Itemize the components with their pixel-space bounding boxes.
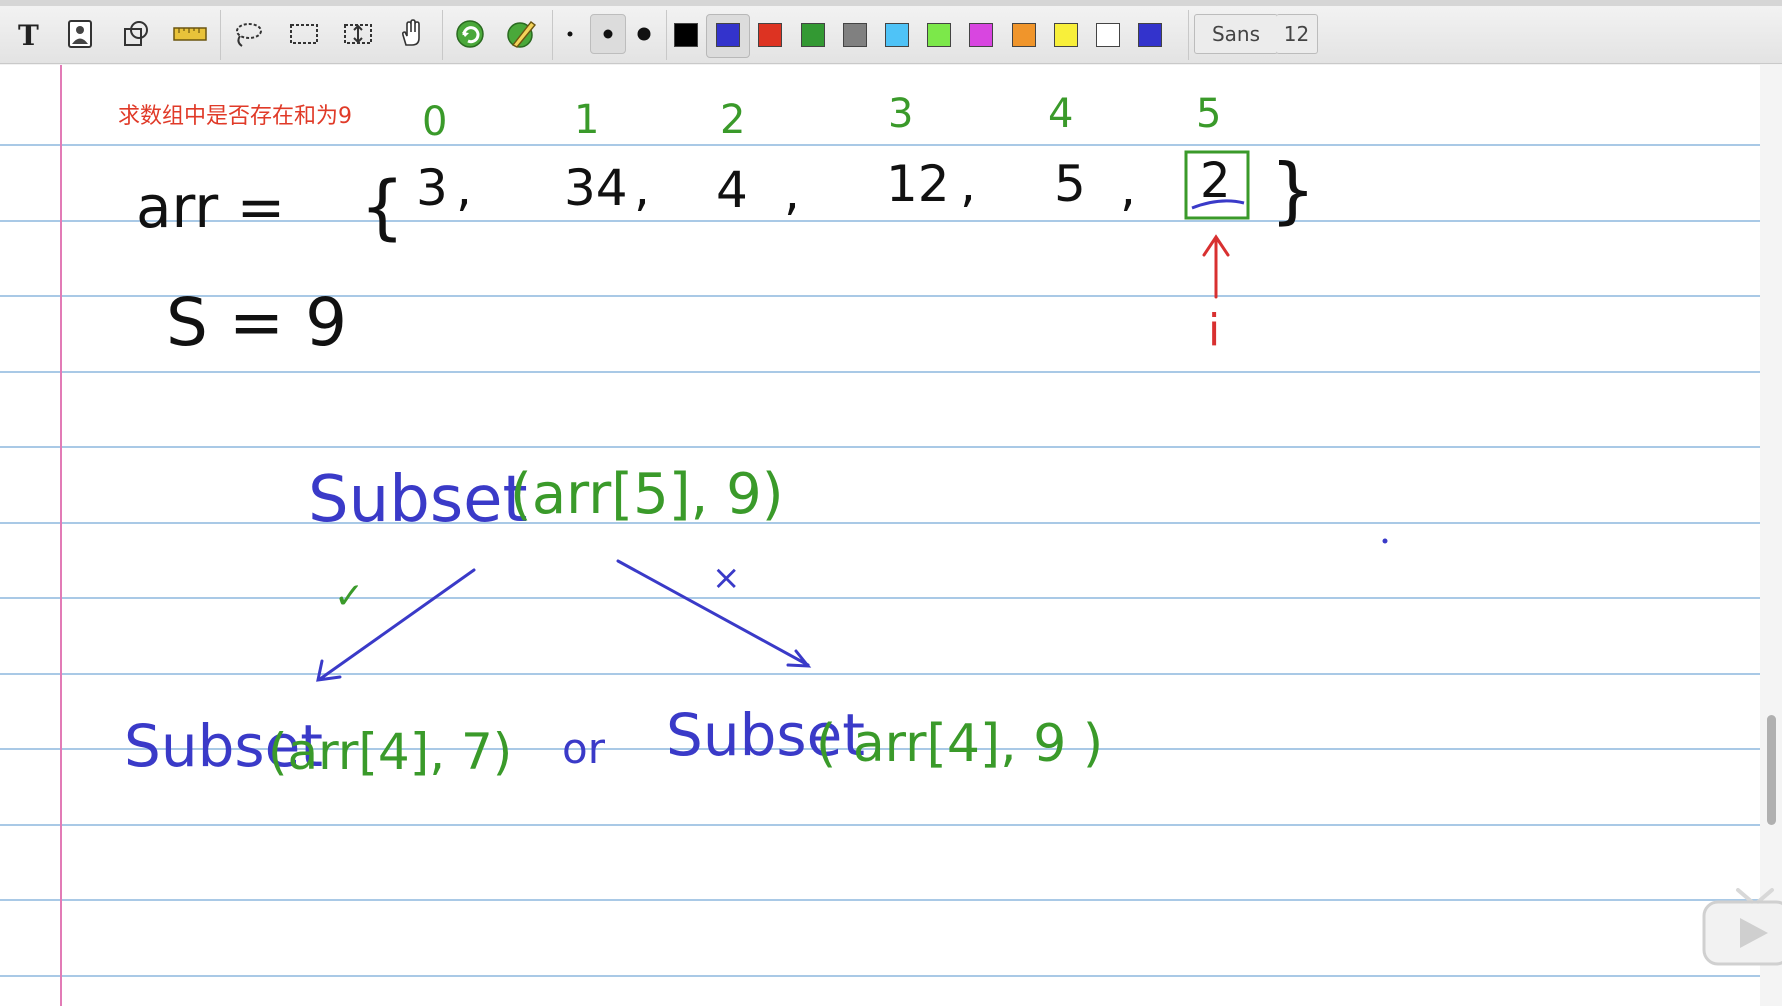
index-label: 4: [1048, 91, 1073, 137]
rect-select-tool-icon: [290, 24, 318, 44]
array-value: 3: [416, 159, 448, 217]
color-swatch[interactable]: [1054, 23, 1078, 47]
array-comma: ,: [784, 163, 800, 221]
lasso-tool-button[interactable]: [228, 14, 268, 54]
scrollbar-thumb[interactable]: [1767, 715, 1776, 825]
vertical-space-tool-button[interactable]: [338, 14, 378, 54]
thickness-medium-button[interactable]: [590, 14, 626, 54]
shape-tool-icon: [124, 21, 148, 46]
stray-ink-dot: [1382, 538, 1388, 544]
image-tool-button[interactable]: [60, 14, 100, 54]
array-value: 5: [1054, 155, 1086, 213]
toolbar-top-strip: [0, 0, 1782, 6]
default-pen-button[interactable]: [502, 14, 542, 54]
color-swatch[interactable]: [674, 23, 698, 47]
ruler-tool-button[interactable]: [170, 14, 210, 54]
check-mark: ✓: [334, 576, 364, 617]
array-comma: ,: [960, 155, 976, 213]
pointer-label: i: [1208, 305, 1220, 356]
array-value: 34: [564, 159, 628, 217]
root-call-args: (arr[5], 9): [510, 462, 784, 527]
array-comma: ,: [634, 159, 650, 217]
color-swatch[interactable]: [801, 23, 825, 47]
root-call-name: Subset: [308, 463, 528, 537]
index-label: 1: [574, 97, 599, 143]
toolbar: T Sans 12: [0, 0, 1782, 64]
toolbar-separator: [1188, 10, 1189, 60]
toolbar-separator: [220, 10, 221, 60]
text-tool-button[interactable]: T: [8, 14, 48, 54]
right-call-args: ( arr[4], 9 ): [816, 714, 1103, 774]
color-swatch[interactable]: [843, 23, 867, 47]
font-name-button[interactable]: Sans: [1194, 14, 1278, 54]
ink-layer: 0 1 2 3 4 5 arr = { 3 , 34 , 4 , 12 , 5 …: [124, 91, 1388, 781]
array-value: 4: [716, 161, 748, 219]
pointer-arrow: [1202, 234, 1230, 299]
array-comma: ,: [1120, 159, 1136, 217]
toolbar-separator: [442, 10, 443, 60]
color-swatch[interactable]: [927, 23, 951, 47]
shape-recognizer-icon: [456, 20, 484, 48]
color-swatch[interactable]: [758, 23, 782, 47]
medium-dot-icon: [603, 29, 613, 39]
toolbar-separator: [666, 10, 667, 60]
index-label: 5: [1196, 91, 1221, 137]
color-swatch[interactable]: [1012, 23, 1036, 47]
hand-tool-icon: [401, 19, 420, 46]
shape-tool-button[interactable]: [116, 14, 156, 54]
image-tool-icon: [68, 20, 92, 48]
cross-mark: ×: [712, 558, 741, 598]
color-swatch[interactable]: [885, 23, 909, 47]
vertical-scrollbar[interactable]: [1760, 65, 1782, 1006]
vertical-space-tool-icon: [344, 24, 372, 44]
svg-text:T: T: [18, 19, 39, 49]
index-label: 0: [422, 99, 447, 145]
color-swatch[interactable]: [1096, 23, 1120, 47]
thickness-thick-button[interactable]: [626, 14, 662, 54]
array-comma: ,: [456, 159, 472, 217]
color-swatch[interactable]: [716, 23, 740, 47]
color-swatch[interactable]: [969, 23, 993, 47]
array-value: 12: [886, 155, 950, 213]
play-icon[interactable]: [1700, 888, 1782, 966]
index-label: 3: [888, 91, 913, 137]
color-swatch[interactable]: [1138, 23, 1162, 47]
note-page[interactable]: 求数组中是否存在和为9 0 1 2 3 4 5 arr = { 3 , 34 ,…: [0, 65, 1760, 1006]
index-label: 2: [720, 97, 745, 143]
font-name-label: Sans: [1211, 22, 1261, 46]
sum-label: S = 9: [166, 284, 347, 361]
or-word: or: [562, 724, 606, 773]
ruler-tool-icon: [173, 27, 207, 41]
text-tool-icon: T: [18, 19, 39, 49]
default-pen-icon: [507, 21, 537, 48]
close-brace: }: [1270, 148, 1316, 232]
thin-dot-icon: [567, 31, 573, 37]
font-size-label: 12: [1283, 22, 1310, 46]
shape-recognizer-button[interactable]: [450, 14, 490, 54]
array-label: arr =: [136, 173, 285, 241]
open-brace: {: [360, 166, 405, 248]
rect-select-tool-button[interactable]: [284, 14, 324, 54]
font-size-button[interactable]: 12: [1276, 14, 1318, 54]
left-call-args: (arr[4], 7): [268, 723, 512, 781]
thick-dot-icon: [637, 27, 651, 41]
thickness-fine-button[interactable]: [552, 14, 588, 54]
hand-tool-button[interactable]: [392, 14, 432, 54]
lasso-tool-icon: [236, 23, 262, 47]
